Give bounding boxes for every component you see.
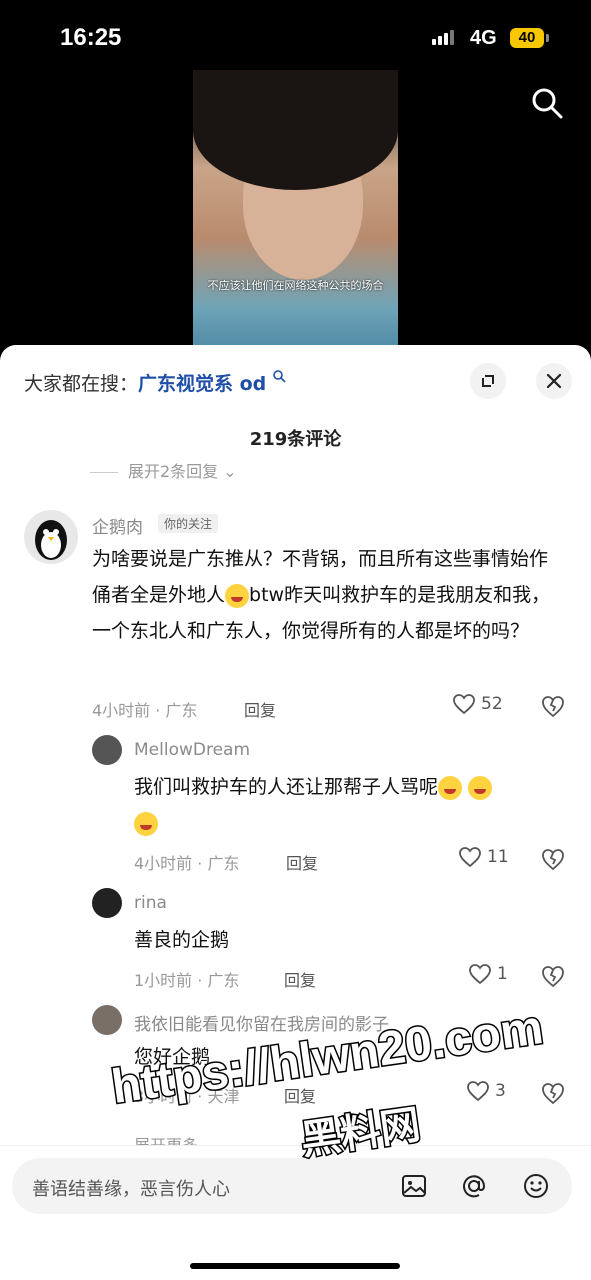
avatar[interactable] [92, 735, 122, 765]
reply-button[interactable]: 回复 [244, 697, 276, 721]
like-count: 11 [487, 847, 509, 867]
reply-button[interactable]: 回复 [284, 1083, 316, 1107]
heart-icon [467, 1081, 489, 1102]
comment-input-bar: 善语结善缘，恶言伤人心 [0, 1145, 591, 1280]
dislike-icon[interactable] [540, 847, 566, 871]
comment-meta: 4小时前 · 广东 [92, 701, 198, 720]
pleading-emoji-icon [134, 811, 158, 836]
following-badge: 你的关注 [158, 514, 219, 533]
battery-tip [546, 34, 549, 42]
avatar[interactable] [92, 888, 122, 918]
search-suggestion[interactable]: 大家都在搜：广东视觉系 od [24, 369, 286, 396]
suggestion-keyword[interactable]: 广东视觉系 od [138, 373, 266, 395]
expand-icon [482, 375, 494, 387]
reply-meta: 4小时前 · 广东 [134, 854, 240, 873]
dislike-icon[interactable] [540, 964, 566, 988]
reply-meta: 1小时前 · 广东 [134, 971, 240, 990]
suggestion-prefix: 大家都在搜： [24, 373, 139, 395]
comment-text: 为啥要说是广东推从？不背锅，而且所有这些事情始作俑者全是外地人 btw昨天叫救护车… [92, 548, 551, 642]
dislike-icon[interactable] [540, 1081, 566, 1105]
like-count: 1 [497, 964, 508, 984]
like-button[interactable]: 3 [466, 1080, 506, 1102]
heart-icon [469, 964, 491, 985]
close-icon [546, 373, 562, 389]
pleading-emoji-icon [468, 775, 493, 800]
reply-text: 我们叫救护车的人还让那帮子人骂呢 [134, 769, 564, 841]
like-button[interactable]: 1 [468, 963, 508, 985]
image-icon[interactable] [400, 1172, 428, 1200]
like-button[interactable]: 11 [458, 846, 509, 868]
video-hair [193, 70, 398, 190]
comment-sheet: 大家都在搜：广东视觉系 od 219条评论 展开2条回复 ⌄ 企鹅肉 你的关注 … [0, 345, 591, 1280]
emoji-icon[interactable] [522, 1172, 550, 1200]
pleading-emoji-icon [438, 775, 463, 800]
reply-button[interactable]: 回复 [284, 967, 316, 991]
video-player[interactable]: 不应该让他们在网络这种公共的场合 [193, 70, 398, 350]
small-search-icon [273, 370, 286, 383]
comment-input-placeholder: 善语结善缘，恶言伤人心 [32, 1179, 230, 1200]
reply-button[interactable]: 回复 [286, 850, 318, 874]
clock: 16:25 [60, 24, 122, 51]
status-bar: 16:25 4G 40 [0, 0, 591, 70]
mention-icon[interactable] [460, 1172, 488, 1200]
like-button[interactable]: 52 [452, 693, 503, 715]
reply-text: 您好企鹅 [134, 1046, 211, 1068]
divider [90, 472, 118, 473]
avatar[interactable] [92, 1005, 122, 1035]
expand-replies-link[interactable]: 展开2条回复 ⌄ [90, 458, 237, 482]
avatar[interactable] [24, 510, 78, 564]
like-count: 52 [481, 694, 503, 714]
close-button[interactable] [536, 363, 572, 399]
network-type: 4G [470, 27, 497, 49]
heart-icon [453, 694, 475, 715]
heart-icon [459, 847, 481, 868]
battery-icon: 40 [510, 28, 544, 48]
reply-username[interactable]: MellowDream [134, 740, 250, 760]
comment-count: 219条评论 [249, 429, 342, 450]
video-caption: 不应该让他们在网络这种公共的场合 [207, 279, 384, 292]
penguin-avatar-icon [35, 520, 67, 560]
like-count: 3 [495, 1081, 506, 1101]
dislike-icon[interactable] [540, 694, 566, 718]
search-icon[interactable] [530, 86, 564, 120]
reply-meta: 3小时前 · 天津 [134, 1087, 240, 1106]
comment-username[interactable]: 企鹅肉 [92, 513, 143, 538]
comment-input[interactable]: 善语结善缘，恶言伤人心 [12, 1158, 572, 1214]
laugh-cry-emoji-icon [225, 583, 250, 608]
expand-button[interactable] [470, 363, 506, 399]
home-indicator [190, 1263, 400, 1269]
signal-icon [432, 30, 454, 45]
reply-username[interactable]: 我依旧能看见你留在我房间的影子 [134, 1010, 389, 1035]
reply-text: 善良的企鹅 [134, 929, 230, 951]
reply-username[interactable]: rina [134, 893, 167, 913]
